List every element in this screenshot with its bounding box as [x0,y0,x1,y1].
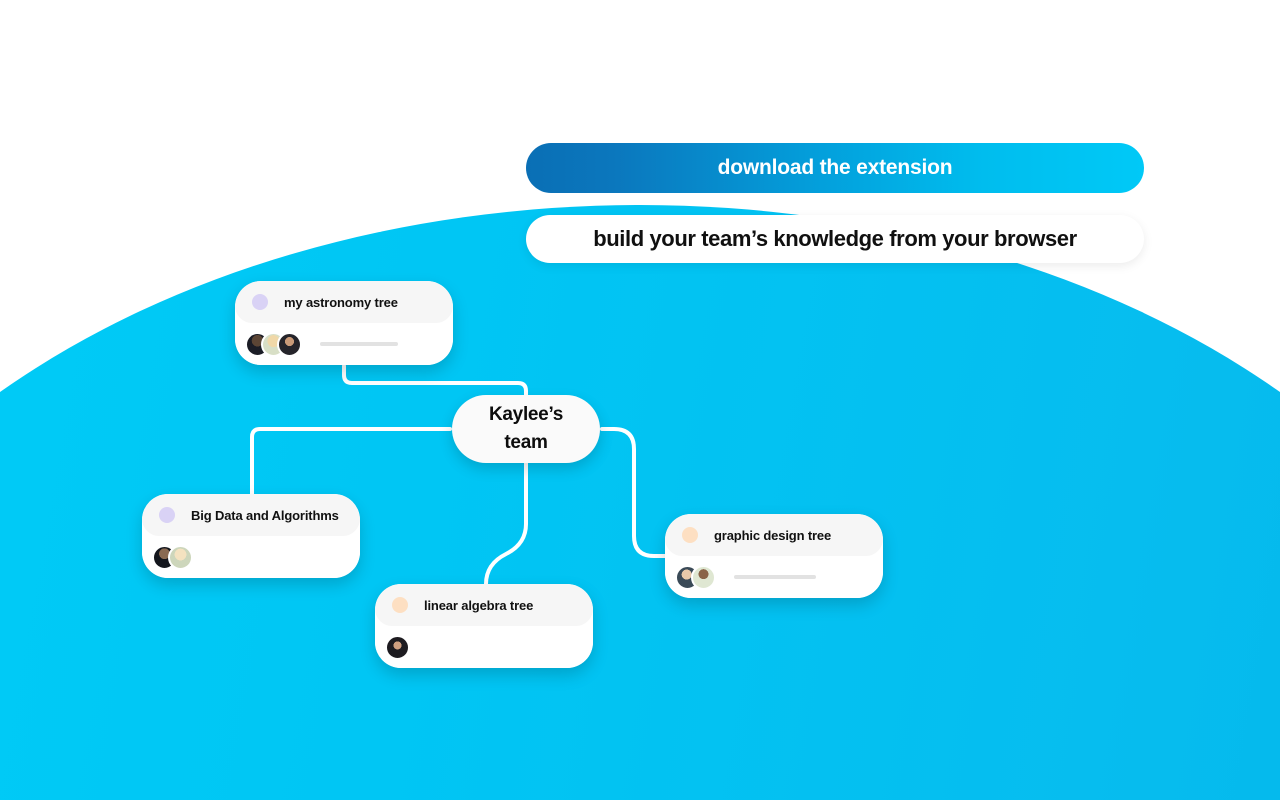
avatar [385,634,410,660]
download-extension-button[interactable]: download the extension [526,143,1144,193]
tree-card-body [375,626,593,668]
tree-card-header: my astronomy tree [235,281,453,323]
tree-card-body [142,536,360,578]
tree-card-header: graphic design tree [665,514,883,556]
tree-card-body [665,556,883,598]
tree-card-title: my astronomy tree [284,294,398,310]
tagline-pill: build your team’s knowledge from your br… [526,215,1144,263]
tagline-label: build your team’s knowledge from your br… [593,226,1077,251]
tree-color-dot-icon [682,527,698,543]
tree-color-dot-icon [252,294,268,310]
progress-bar-icon [734,575,816,579]
hero-canvas: Kaylee’s team my astronomy tree Big Data… [0,0,1280,800]
member-avatar-group[interactable] [385,634,410,660]
tree-card-title: Big Data and Algorithms [191,507,339,523]
avatar [277,331,302,357]
tree-card-linear-algebra[interactable]: linear algebra tree [375,584,593,668]
tree-card-header: linear algebra tree [375,584,593,626]
tree-card-title: linear algebra tree [424,597,534,613]
tree-color-dot-icon [159,507,175,523]
tree-card-body [235,323,453,365]
member-avatar-group[interactable] [152,544,193,570]
avatar [691,564,716,590]
center-node-label: Kaylee’s team [488,404,563,453]
progress-bar-icon [320,342,398,346]
member-avatar-group[interactable] [245,331,302,357]
tree-card-header: Big Data and Algorithms [142,494,360,536]
tree-card-graphic-design[interactable]: graphic design tree [665,514,883,598]
tree-color-dot-icon [392,597,408,613]
member-avatar-group[interactable] [675,564,716,590]
tree-card-bigdata[interactable]: Big Data and Algorithms [142,494,360,578]
avatar [168,544,193,570]
tree-card-astronomy[interactable]: my astronomy tree [235,281,453,365]
download-extension-label: download the extension [717,156,953,179]
tree-card-title: graphic design tree [714,527,832,543]
center-node-kaylees-team[interactable]: Kaylee’s team [452,395,600,463]
